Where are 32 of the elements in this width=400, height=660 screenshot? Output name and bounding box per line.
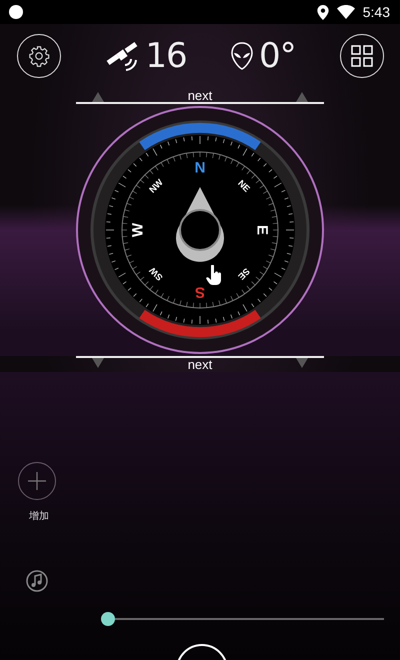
compass-point-label: W bbox=[130, 222, 146, 238]
compass-point-label: SE bbox=[236, 266, 252, 282]
settings-icon bbox=[28, 45, 50, 67]
notification-icon bbox=[9, 5, 23, 19]
music-note-icon[interactable] bbox=[26, 570, 48, 592]
satellite-count: 16 bbox=[145, 36, 187, 76]
clock-time: 5:43 bbox=[362, 4, 390, 20]
next-label[interactable]: next bbox=[188, 358, 212, 371]
compass-point-label: SW bbox=[148, 265, 165, 282]
triangle-icon bbox=[296, 358, 308, 368]
triangle-icon bbox=[92, 92, 104, 102]
plus-icon bbox=[28, 472, 46, 490]
compass-point-label: NE bbox=[236, 178, 252, 194]
location-icon bbox=[316, 4, 329, 20]
satellite-icon bbox=[105, 39, 140, 73]
add-label: 增加 bbox=[29, 510, 49, 523]
wifi-icon bbox=[336, 5, 355, 19]
settings-button[interactable] bbox=[17, 34, 61, 78]
compass-point-label: E bbox=[254, 225, 270, 235]
heading-degrees: 0° bbox=[258, 36, 296, 76]
grid-menu-button[interactable] bbox=[340, 34, 384, 78]
compass-point-label: NW bbox=[147, 177, 165, 195]
alien-head-icon bbox=[230, 42, 253, 70]
compass-point-label: N bbox=[194, 160, 206, 176]
slider-thumb[interactable] bbox=[101, 612, 115, 626]
triangle-icon bbox=[92, 358, 104, 368]
triangle-icon bbox=[296, 92, 308, 102]
next-label[interactable]: next bbox=[188, 89, 212, 102]
compass-point-label: S bbox=[195, 284, 205, 300]
add-button[interactable] bbox=[18, 462, 56, 500]
grid-icon bbox=[350, 45, 373, 67]
pointing-hand-icon bbox=[205, 265, 223, 285]
